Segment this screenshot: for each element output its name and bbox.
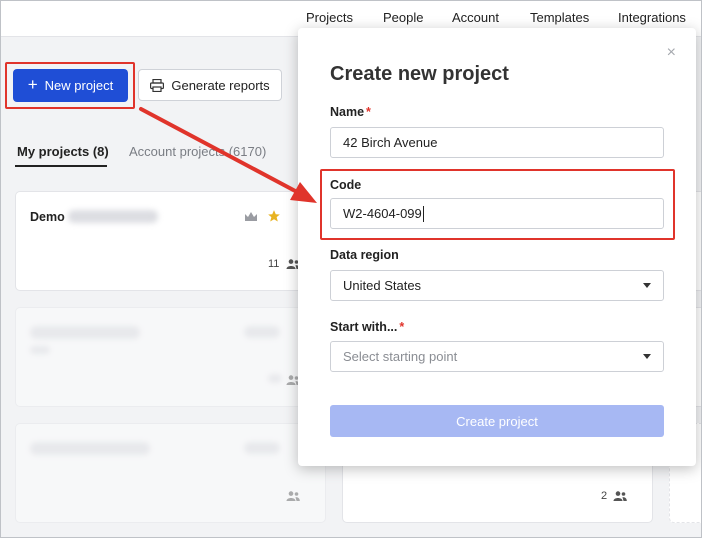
chevron-down-icon xyxy=(643,354,651,359)
generate-reports-label: Generate reports xyxy=(171,77,270,93)
start-with-select[interactable]: Select starting point xyxy=(330,341,664,372)
tab-account-projects[interactable]: Account projects (6170) xyxy=(129,144,266,159)
chevron-down-icon xyxy=(643,283,651,288)
start-with-label: Start with... * xyxy=(330,320,405,334)
nav-templates[interactable]: Templates xyxy=(530,10,589,25)
redacted-icons xyxy=(244,326,280,338)
close-icon[interactable]: × xyxy=(667,44,676,62)
tab-my-projects[interactable]: My projects (8) xyxy=(17,144,109,159)
name-label: Name * xyxy=(330,105,371,119)
project-card-demo[interactable]: Demo 11 xyxy=(15,191,326,291)
app-frame: Projects People Account Templates Integr… xyxy=(0,0,702,538)
people-icon xyxy=(613,491,627,501)
people-icon xyxy=(286,491,300,501)
nav-integrations[interactable]: Integrations xyxy=(618,10,686,25)
redacted-text xyxy=(30,326,140,339)
start-with-placeholder: Select starting point xyxy=(343,349,458,364)
redacted-count xyxy=(268,374,282,383)
required-marker: * xyxy=(366,105,371,119)
nav-projects[interactable]: Projects xyxy=(306,10,353,25)
name-field[interactable]: 42 Birch Avenue xyxy=(330,127,664,158)
redacted-text xyxy=(68,210,158,223)
name-field-value: 42 Birch Avenue xyxy=(343,135,438,150)
required-marker: * xyxy=(399,320,405,334)
nav-people[interactable]: People xyxy=(383,10,423,25)
create-project-button[interactable]: Create project xyxy=(330,405,664,437)
generate-reports-button[interactable]: Generate reports xyxy=(138,69,282,101)
project-card-3[interactable] xyxy=(15,423,326,523)
dialog-title: Create new project xyxy=(330,63,509,85)
data-region-select[interactable]: United States xyxy=(330,270,664,301)
redacted-text xyxy=(30,442,150,455)
data-region-value: United States xyxy=(343,278,422,293)
annotation-highlight-new-project xyxy=(5,62,135,109)
data-region-label: Data region xyxy=(330,248,399,262)
crown-icon xyxy=(245,212,257,221)
member-count: 2 xyxy=(601,490,608,502)
create-project-dialog: × Create new project Name * 42 Birch Aven… xyxy=(298,28,696,466)
tab-active-underline xyxy=(15,165,107,167)
annotation-highlight-code xyxy=(320,169,675,240)
star-icon[interactable] xyxy=(267,209,281,223)
printer-icon xyxy=(150,78,165,92)
member-count: 11 xyxy=(268,258,280,270)
project-card-2[interactable] xyxy=(15,307,326,407)
redacted-icons xyxy=(244,442,280,454)
nav-account[interactable]: Account xyxy=(452,10,499,25)
redacted-text xyxy=(30,346,50,354)
card-title: Demo xyxy=(30,210,65,224)
